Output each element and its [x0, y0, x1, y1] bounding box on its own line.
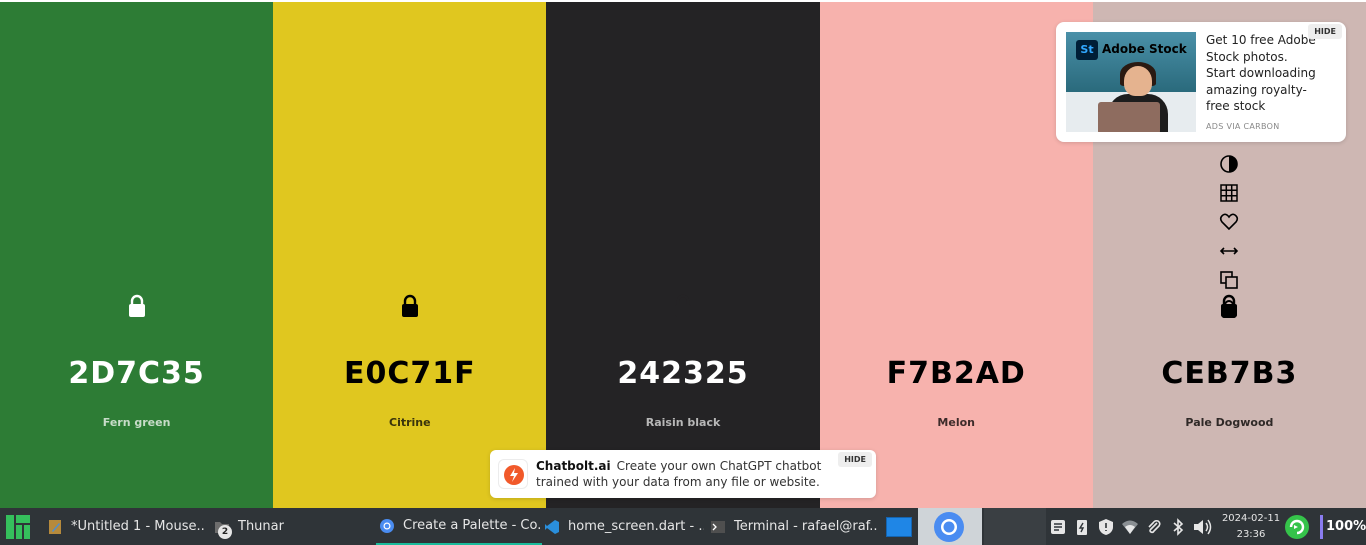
- ad-laptop: [1098, 102, 1160, 132]
- color-name[interactable]: Fern green: [0, 416, 273, 429]
- color-hex[interactable]: CEB7B3: [1093, 356, 1366, 391]
- copy-icon[interactable]: [1219, 270, 1239, 290]
- date: 2024-02-11: [1221, 513, 1281, 524]
- adobe-stock-brand: Adobe Stock: [1102, 42, 1187, 56]
- ads-via-carbon[interactable]: ADS VIA CARBON: [1206, 122, 1280, 131]
- mousepad-icon: [49, 519, 61, 534]
- paperclip-icon[interactable]: [1144, 517, 1164, 537]
- column-toolbar: [1217, 154, 1241, 328]
- taskbar-item-terminal[interactable]: Terminal - rafael@raf...: [710, 508, 878, 545]
- hide-ad-button[interactable]: HIDE: [838, 452, 872, 467]
- notes-icon[interactable]: [1048, 517, 1068, 537]
- drag-arrows-icon[interactable]: [1219, 241, 1239, 261]
- manjaro-logo-icon: [6, 514, 30, 539]
- refresh-arrow-icon: [1285, 514, 1309, 539]
- lock-icon[interactable]: [672, 294, 694, 318]
- unlock-icon[interactable]: [1219, 299, 1239, 319]
- color-name[interactable]: Pale Dogwood: [1093, 416, 1366, 429]
- lock-icon[interactable]: [399, 294, 421, 318]
- ad-text[interactable]: Get 10 free Adobe Stock photos. Start do…: [1206, 32, 1316, 112]
- taskbar-item-label: Thunar: [238, 519, 284, 534]
- bluetooth-icon[interactable]: [1168, 517, 1188, 537]
- battery-percentage[interactable]: 100%: [1326, 508, 1366, 545]
- grid-icon[interactable]: [1219, 183, 1239, 203]
- update-indicator[interactable]: [1284, 508, 1310, 545]
- taskbar-item-label: Terminal - rafael@raf...: [734, 519, 878, 534]
- window-count-badge: 2: [218, 524, 232, 539]
- heart-icon[interactable]: [1219, 212, 1239, 232]
- wifi-icon[interactable]: [1120, 517, 1140, 537]
- color-hex[interactable]: 242325: [546, 356, 819, 391]
- manjaro-menu-button[interactable]: [4, 508, 34, 545]
- workspace-preview: [886, 516, 912, 537]
- taskbar-item-chromium[interactable]: Create a Palette - Co...: [376, 508, 542, 545]
- chatbolt-ad[interactable]: Chatbolt.ai Create your own ChatGPT chatb…: [490, 450, 876, 498]
- workspace-3[interactable]: [984, 508, 1046, 545]
- time: 23:36: [1236, 529, 1266, 540]
- hide-ad-button[interactable]: HIDE: [1308, 24, 1342, 39]
- color-hex[interactable]: F7B2AD: [820, 356, 1093, 391]
- taskbar-item-label: home_screen.dart - ...: [568, 519, 704, 534]
- color-column[interactable]: 2D7C35 Fern green: [0, 2, 274, 508]
- chromium-workspace-icon: [934, 511, 964, 542]
- ad-image[interactable]: St Adobe Stock: [1066, 32, 1196, 132]
- taskbar-item-label: *Untitled 1 - Mouse...: [71, 519, 205, 534]
- workspace-1[interactable]: [886, 508, 916, 545]
- color-hex[interactable]: E0C71F: [273, 356, 546, 391]
- taskbar-item-label: Create a Palette - Co...: [403, 518, 542, 533]
- workspace-2[interactable]: [918, 508, 982, 545]
- terminal-icon: [711, 520, 725, 533]
- battery-level-bar: [1320, 515, 1323, 539]
- color-hex[interactable]: 2D7C35: [0, 356, 273, 391]
- color-name[interactable]: Melon: [820, 416, 1093, 429]
- color-column[interactable]: 242325 Raisin black: [546, 2, 820, 508]
- volume-icon[interactable]: [1192, 517, 1216, 537]
- taskbar-item-thunar[interactable]: 2 Thunar: [214, 508, 364, 545]
- adobe-stock-ad[interactable]: St Adobe Stock Get 10 free Adobe Stock p…: [1056, 22, 1346, 142]
- chromium-icon: [380, 518, 394, 533]
- update-shield-icon[interactable]: [1096, 517, 1116, 537]
- lock-icon[interactable]: [126, 294, 148, 318]
- color-name[interactable]: Citrine: [273, 416, 546, 429]
- ad-person-face: [1124, 66, 1152, 96]
- system-tray: [1048, 508, 1222, 545]
- vscode-icon: [545, 519, 559, 534]
- clock[interactable]: 2024-02-11 23:36: [1220, 511, 1282, 543]
- color-column[interactable]: F7B2AD Melon: [819, 2, 1093, 508]
- taskbar-item-mousepad[interactable]: *Untitled 1 - Mouse...: [47, 508, 205, 545]
- lock-icon[interactable]: [945, 294, 967, 318]
- contrast-icon[interactable]: [1219, 154, 1239, 174]
- chatbolt-brand: Chatbolt.ai: [536, 459, 611, 473]
- color-name[interactable]: Raisin black: [546, 416, 819, 429]
- chatbolt-logo: [498, 459, 528, 489]
- taskbar: *Untitled 1 - Mouse... 2 Thunar Create a…: [0, 508, 1366, 545]
- power-manager-icon[interactable]: [1072, 517, 1092, 537]
- taskbar-item-vscode[interactable]: home_screen.dart - ...: [544, 508, 704, 545]
- adobe-stock-logo: St: [1076, 40, 1098, 60]
- color-column[interactable]: E0C71F Citrine: [273, 2, 547, 508]
- chatbolt-ad-text[interactable]: Chatbolt.ai Create your own ChatGPT chatb…: [536, 458, 836, 490]
